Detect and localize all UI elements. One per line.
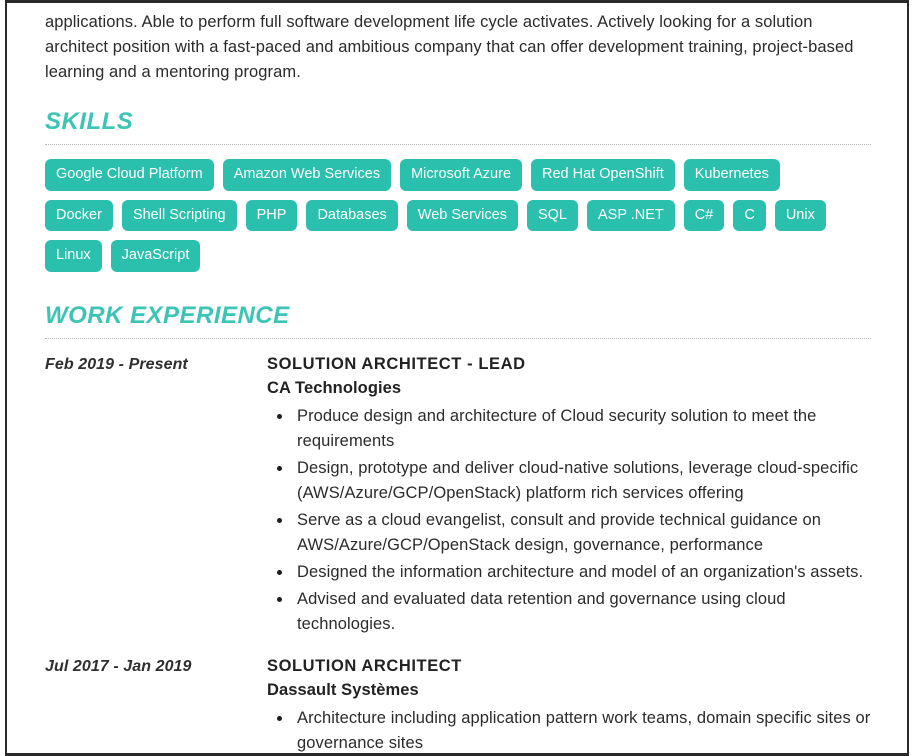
work-experience-section: WORK EXPERIENCE Feb 2019 - Present SOLUTI… <box>45 272 871 756</box>
skill-tag: ASP .NET <box>586 199 675 232</box>
skill-tag: Unix <box>774 199 826 232</box>
job-bullet: Serve as a cloud evangelist, consult and… <box>267 508 871 558</box>
summary-paragraph: applications. Able to perform full softw… <box>45 13 854 81</box>
skill-tag: Linux <box>45 240 102 272</box>
job-details: SOLUTION ARCHITECT Dassault Systèmes Archi… <box>267 655 871 756</box>
page-content: experience in designing, building and ma… <box>7 0 907 756</box>
work-experience-heading: WORK EXPERIENCE <box>45 301 290 329</box>
skill-tag: C <box>733 199 766 232</box>
job-company: Dassault Systèmes <box>267 681 419 700</box>
skill-tag: Web Services <box>406 199 518 232</box>
job-entry: Feb 2019 - Present SOLUTION ARCHITECT - L… <box>45 353 871 639</box>
resume-page: experience in designing, building and ma… <box>0 0 919 756</box>
job-bullet: Produce design and architecture of Cloud… <box>267 404 871 454</box>
job-title: SOLUTION ARCHITECT - LEAD <box>267 355 526 374</box>
skill-tag: Red Hat OpenShift <box>531 159 675 191</box>
job-date: Jul 2017 - Jan 2019 <box>45 658 192 676</box>
skill-tag: PHP <box>245 199 298 232</box>
skills-tag-list: Google Cloud Platform Amazon Web Services… <box>45 159 835 272</box>
job-title: SOLUTION ARCHITECT <box>267 657 462 676</box>
job-list: Feb 2019 - Present SOLUTION ARCHITECT - L… <box>45 353 871 756</box>
skills-heading: SKILLS <box>45 108 134 135</box>
skill-tag: Microsoft Azure <box>400 159 523 191</box>
job-bullet: Designed the information architecture an… <box>267 560 871 585</box>
job-bullet: Advised and evaluated data retention and… <box>267 587 871 637</box>
job-bullet-list: Produce design and architecture of Cloud… <box>267 404 871 637</box>
work-experience-heading-divider <box>45 338 871 340</box>
job-bullet: Design, prototype and deliver cloud-nati… <box>267 456 871 506</box>
skill-tag: Shell Scripting <box>121 199 237 232</box>
skill-tag: Databases <box>306 199 398 232</box>
skills-heading-divider <box>45 144 871 146</box>
skill-tag: Docker <box>45 199 113 232</box>
job-bullet: Architecture including application patte… <box>267 706 871 756</box>
skill-tag: SQL <box>526 199 578 232</box>
skill-tag: Amazon Web Services <box>222 159 392 191</box>
job-date: Feb 2019 - Present <box>45 356 188 374</box>
page-border-right <box>907 0 909 756</box>
skills-section: SKILLS Google Cloud Platform Amazon Web S… <box>45 85 871 272</box>
job-entry: Jul 2017 - Jan 2019 SOLUTION ARCHITECT Das… <box>45 655 871 756</box>
job-details: SOLUTION ARCHITECT - LEAD CA Technologies… <box>267 353 871 639</box>
skill-tag: Kubernetes <box>683 159 780 191</box>
clipped-previous-line: experience in designing, building and ma… <box>45 0 871 8</box>
job-company: CA Technologies <box>267 379 402 398</box>
skill-tag: JavaScript <box>110 240 201 272</box>
clipped-previous-line-text: experience in designing, building and ma… <box>45 0 871 3</box>
job-bullet-list: Architecture including application patte… <box>267 706 871 756</box>
skill-tag: Google Cloud Platform <box>45 159 214 191</box>
skill-tag: C# <box>683 199 725 232</box>
